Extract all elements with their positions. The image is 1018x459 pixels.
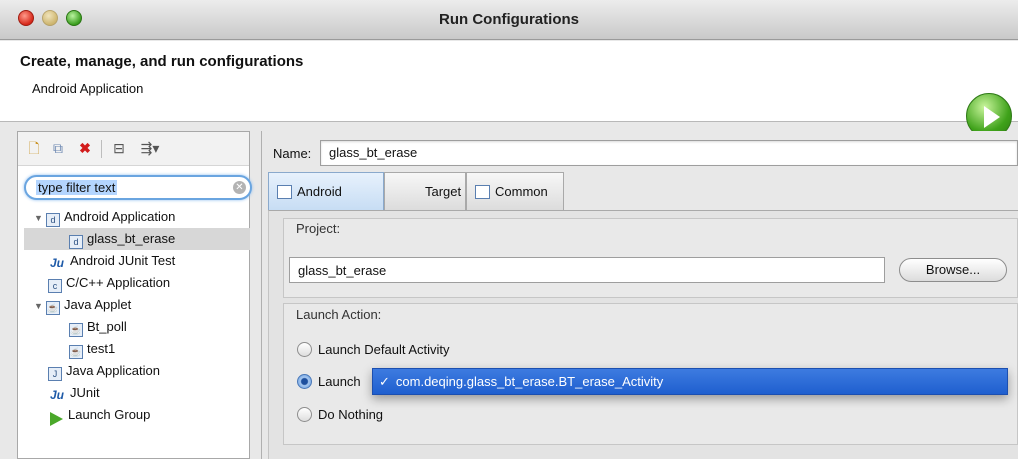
tab-android[interactable]: Android	[268, 172, 384, 210]
tab-label: Android	[297, 184, 342, 199]
tab-label: Common	[495, 184, 548, 199]
header-subtitle: Android Application	[32, 81, 144, 96]
launch-group-icon	[48, 412, 64, 426]
junit-icon: Ju	[49, 388, 64, 402]
junit-icon: Ju	[49, 256, 64, 270]
android-app-icon: d	[69, 235, 83, 249]
tree-item-glass-bt-erase[interactable]: d glass_bt_erase	[24, 228, 250, 250]
delete-icon[interactable]: ✖	[76, 139, 94, 157]
toolbar-separator	[101, 140, 102, 158]
tree-item-label: glass_bt_erase	[87, 231, 176, 246]
collapse-all-icon[interactable]: ⊟	[110, 139, 128, 157]
project-label: Project:	[296, 221, 341, 236]
filter-icon[interactable]: ⇶▾	[136, 139, 164, 157]
applet-icon: ☕	[46, 301, 60, 315]
new-launch-config-icon[interactable]: 🗋	[25, 139, 43, 157]
title-bar: Run Configurations	[0, 0, 1018, 40]
window-title: Run Configurations	[439, 11, 579, 28]
radio-button[interactable]	[297, 374, 312, 389]
expand-triangle-icon[interactable]: ▼	[34, 207, 46, 229]
tree-item-label: test1	[87, 341, 116, 356]
project-field[interactable]: glass_bt_erase	[289, 257, 885, 283]
tree-item-label: Android Application	[64, 209, 176, 224]
configuration-tree-panel: 🗋 ⧉ ✖ ⊟ ⇶▾ type filter text ✕ ▼ d Android …	[17, 131, 252, 459]
tree-item-test1[interactable]: ☕ test1	[69, 338, 115, 360]
radio-launch[interactable]: Launch	[297, 372, 361, 392]
java-app-icon: J	[48, 367, 62, 381]
browse-button[interactable]: Browse...	[899, 258, 1007, 282]
checkmark-icon: ✓	[379, 374, 390, 389]
applet-icon: ☕	[69, 323, 83, 337]
name-label: Name:	[273, 146, 312, 161]
tree-item-label: Bt_poll	[87, 319, 127, 334]
tree-item-label: Java Application	[66, 363, 160, 378]
c-app-icon: c	[48, 279, 62, 293]
tree-item-label: JUnit	[70, 385, 100, 400]
filter-input[interactable]: type filter text ✕	[24, 175, 252, 200]
tree-item-label: Launch Group	[68, 407, 151, 422]
radio-button[interactable]	[297, 342, 312, 357]
tree-item-java-application[interactable]: J Java Application	[48, 360, 160, 382]
filter-text[interactable]: type filter text	[36, 180, 118, 195]
tab-target[interactable]: Target	[384, 172, 520, 210]
tree-item-label: C/C++ Application	[66, 275, 171, 290]
android-tab-icon	[277, 185, 292, 199]
tree-item-c-cpp-application[interactable]: c C/C++ Application	[48, 272, 170, 294]
tab-label: Target	[425, 184, 462, 199]
header-title: Create, manage, and run configurations	[20, 53, 304, 70]
clear-filter-icon[interactable]: ✕	[233, 181, 246, 194]
tree-item-java-applet[interactable]: ▼ ☕ Java Applet	[34, 294, 131, 316]
tree-item-label: Android JUnit Test	[70, 253, 176, 268]
launch-action-label: Launch Action:	[296, 307, 382, 322]
radio-label: Launch Default Activity	[318, 342, 450, 357]
radio-launch-default-activity[interactable]: Launch Default Activity	[297, 340, 450, 360]
duplicate-icon[interactable]: ⧉	[49, 139, 67, 157]
tree-item-android-junit-test[interactable]: Ju Android JUnit Test	[48, 250, 175, 272]
tree-item-label: Java Applet	[64, 297, 132, 312]
radio-do-nothing[interactable]: Do Nothing	[297, 405, 383, 425]
activity-name: com.deqing.glass_bt_erase.BT_erase_Activ…	[395, 374, 664, 389]
radio-label: Do Nothing	[318, 407, 384, 422]
common-tab-icon	[475, 185, 490, 199]
radio-label: Launch	[318, 374, 361, 389]
tree-item-android-application[interactable]: ▼ d Android Application	[34, 206, 175, 228]
name-field[interactable]: glass_bt_erase	[320, 140, 1018, 166]
left-toolbar: 🗋 ⧉ ✖ ⊟ ⇶▾	[18, 132, 249, 166]
applet-icon: ☕	[69, 345, 83, 359]
tree-item-bt-poll[interactable]: ☕ Bt_poll	[69, 316, 127, 338]
tree-item-launch-group[interactable]: Launch Group	[48, 404, 150, 426]
expand-triangle-icon[interactable]: ▼	[34, 295, 46, 317]
dialog-header: Create, manage, and run configurations A…	[0, 41, 1018, 139]
radio-button[interactable]	[297, 407, 312, 422]
activity-dropdown-option[interactable]: ✓ com.deqing.glass_bt_erase.BT_erase_Acti…	[372, 368, 1008, 395]
android-app-icon: d	[46, 213, 60, 227]
tab-common[interactable]: Common	[466, 172, 564, 210]
tree-item-junit[interactable]: Ju JUnit	[48, 382, 100, 404]
